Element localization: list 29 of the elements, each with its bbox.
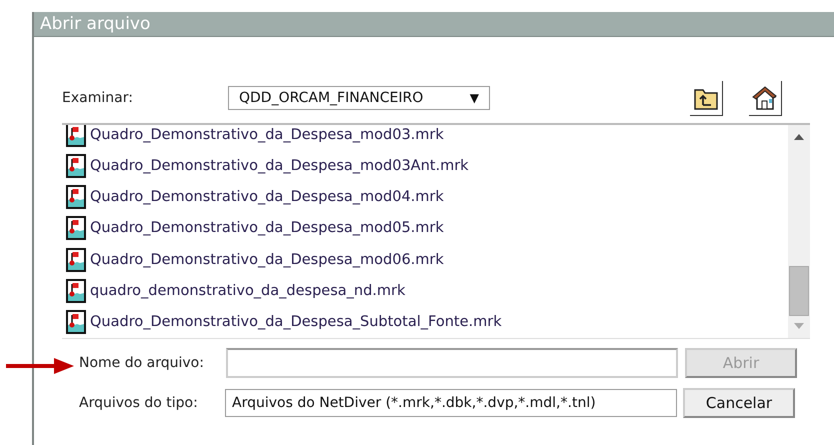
home-icon[interactable] [749, 80, 782, 116]
scrollbar[interactable] [788, 125, 810, 338]
up-folder-icon[interactable] [690, 80, 723, 116]
scroll-up-icon[interactable] [793, 133, 805, 141]
file-name[interactable]: quadro_demonstrativo_da_despesa_nd.mrk [90, 283, 406, 300]
file-icon [66, 279, 86, 304]
file-icon [66, 185, 86, 210]
window-title: Abrir arquivo [34, 12, 834, 37]
file-name[interactable]: Quadro_Demonstrativo_da_Despesa_Subtotal_Fonte.mrk [90, 314, 502, 330]
file-name-label: Nome do arquivo: [78, 355, 205, 371]
arrow-icon [6, 356, 76, 376]
look-in-dropdown[interactable]: QDD_ORCAM_FINANCEIRO ▼ [228, 86, 490, 110]
file-icon [66, 310, 86, 334]
file-name[interactable]: Quadro_Demonstrativo_da_Despesa_mod04.mrk [90, 189, 444, 206]
file-type-label: Arquivos do tipo: [78, 395, 199, 411]
file-icon [66, 154, 86, 178]
file-name[interactable]: Quadro_Demonstrativo_da_Despesa_mod05.mrk [90, 220, 444, 236]
file-type-dropdown[interactable]: Arquivos do NetDiver (*.mrk,*.dbk,*.dvp,*.mdl,*.tnl) [225, 389, 677, 417]
file-name[interactable]: Quadro_Demonstrativo_da_Despesa_mod03.mrk [90, 126, 444, 143]
file-icon [66, 125, 86, 147]
file-name-field[interactable] [226, 348, 678, 378]
cancel-button[interactable]: Cancelar [683, 388, 795, 418]
file-name[interactable]: Quadro_Demonstrativo_da_Despesa_mod06.mrk [90, 252, 444, 268]
file-name[interactable]: Quadro_Demonstrativo_da_Despesa_mod03Ant.mrk [90, 158, 469, 174]
look-in-label: Examinar: [62, 90, 134, 106]
scroll-down-icon[interactable] [793, 322, 805, 330]
scroll-thumb[interactable] [789, 266, 809, 316]
file-icon [66, 248, 86, 272]
file-icon [66, 216, 86, 240]
